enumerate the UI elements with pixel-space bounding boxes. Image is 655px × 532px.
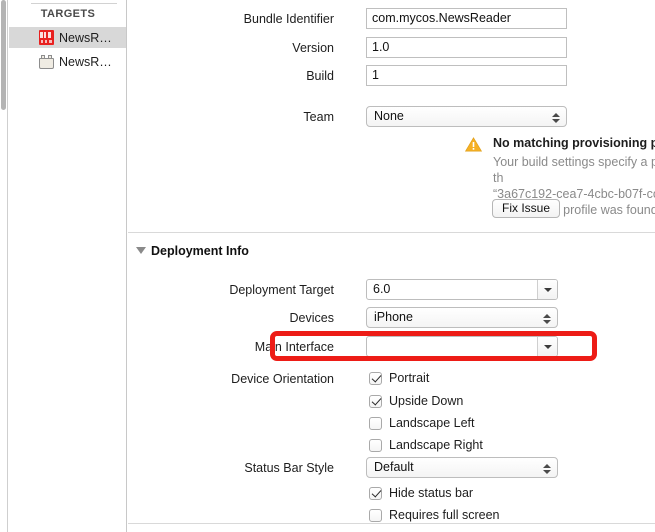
- target-item-app[interactable]: NewsR…: [9, 27, 126, 48]
- version-label: Version: [292, 41, 334, 55]
- checkbox-hide-status-bar[interactable]: Hide status bar: [369, 484, 473, 502]
- team-label: Team: [303, 110, 334, 124]
- checkbox-icon[interactable]: [369, 438, 382, 452]
- warning-triangle-icon: [465, 137, 482, 152]
- editor-main-pane: Bundle Identifier com.mycos.NewsReader V…: [128, 0, 655, 532]
- device-orientation-label: Device Orientation: [231, 372, 334, 386]
- section-separator-top: [128, 232, 655, 233]
- updown-chevron-icon: [551, 107, 560, 126]
- orientation-checkbox-portrait[interactable]: Portrait: [369, 369, 429, 387]
- checkbox-requires-full-screen[interactable]: Requires full screen: [369, 506, 499, 524]
- app-icon: [39, 30, 54, 45]
- target-item-label: NewsR…: [59, 30, 112, 45]
- warning-body-line: Your build settings specify a provisioni…: [493, 155, 655, 185]
- updown-chevron-icon: [542, 458, 551, 477]
- orientation-checkbox-landscape-left[interactable]: Landscape Left: [369, 414, 475, 432]
- orientation-checkbox-landscape-right[interactable]: Landscape Right: [369, 436, 483, 454]
- deployment-info-title: Deployment Info: [151, 244, 249, 258]
- orientation-checkbox-upside-down[interactable]: Upside Down: [369, 392, 463, 410]
- main-interface-combobox[interactable]: [366, 336, 558, 357]
- warning-title: No matching provisioning profile found: [493, 136, 655, 150]
- status-bar-style-popup-button[interactable]: Default: [366, 457, 558, 478]
- targets-panel: TARGETS NewsR… NewsR…: [9, 0, 127, 532]
- checkbox-icon[interactable]: [369, 486, 382, 500]
- chevron-down-icon[interactable]: [537, 280, 557, 299]
- checkbox-icon[interactable]: [369, 508, 382, 522]
- checkbox-label: Landscape Left: [389, 416, 475, 430]
- deployment-target-combobox[interactable]: 6.0: [366, 279, 558, 300]
- checkbox-icon[interactable]: [369, 416, 382, 430]
- checkbox-icon[interactable]: [369, 394, 382, 408]
- team-popup-value: None: [374, 109, 404, 123]
- chevron-down-icon[interactable]: [537, 337, 557, 356]
- checkbox-icon[interactable]: [369, 371, 382, 385]
- deployment-target-value: 6.0: [373, 282, 391, 296]
- devices-value: iPhone: [374, 310, 413, 324]
- main-interface-label: Main Interface: [254, 340, 334, 354]
- checkbox-label: Upside Down: [389, 394, 464, 408]
- left-scrollbar[interactable]: [0, 0, 8, 532]
- updown-chevron-icon: [542, 308, 551, 327]
- target-item-tests[interactable]: NewsR…: [9, 51, 126, 72]
- chevron-down-icon[interactable]: [136, 247, 146, 254]
- status-bar-style-label: Status Bar Style: [244, 461, 334, 475]
- bundle-identifier-input[interactable]: com.mycos.NewsReader: [366, 8, 567, 29]
- xcode-target-editor: TARGETS NewsR… NewsR… Bundle Identifier …: [0, 0, 655, 532]
- checkbox-label: Landscape Right: [389, 438, 483, 452]
- panel-divider: [31, 3, 117, 4]
- build-input[interactable]: 1: [366, 65, 567, 86]
- target-item-label: NewsR…: [59, 54, 112, 69]
- checkbox-label: Portrait: [389, 371, 430, 385]
- fix-issue-button[interactable]: Fix Issue: [492, 199, 561, 218]
- section-separator-bottom: [128, 523, 655, 524]
- bundle-identifier-label: Bundle Identifier: [243, 12, 334, 26]
- status-bar-style-value: Default: [374, 460, 414, 474]
- build-label: Build: [306, 69, 334, 83]
- test-bundle-icon: [39, 54, 54, 69]
- team-popup-button[interactable]: None: [366, 106, 567, 127]
- checkbox-label: Requires full screen: [389, 508, 500, 522]
- devices-label: Devices: [289, 311, 334, 325]
- deployment-target-label: Deployment Target: [229, 283, 334, 297]
- targets-header: TARGETS: [40, 8, 96, 20]
- devices-popup-button[interactable]: iPhone: [366, 307, 558, 328]
- scrollbar-thumb[interactable]: [1, 0, 6, 110]
- checkbox-label: Hide status bar: [389, 486, 474, 500]
- version-input[interactable]: 1.0: [366, 37, 567, 58]
